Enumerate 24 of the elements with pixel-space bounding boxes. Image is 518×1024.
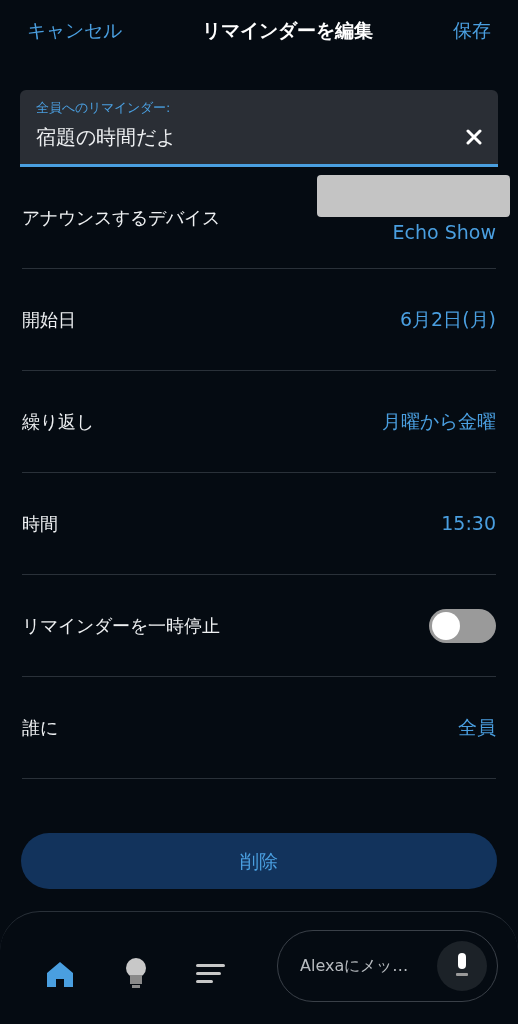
field-label: 全員へのリマインダー:: [36, 99, 172, 117]
field-value: 宿題の時間だよ: [36, 123, 176, 151]
setting-label: 誰に: [22, 716, 58, 740]
setting-value[interactable]: Echo Show: [392, 217, 496, 246]
close-icon[interactable]: [466, 128, 482, 145]
setting-label: 時間: [22, 512, 58, 536]
screen-title: リマインダーを編集: [202, 17, 373, 43]
setting-label: リマインダーを一時停止: [22, 614, 220, 638]
setting-value[interactable]: 15:30: [441, 509, 496, 538]
setting-label: 繰り返し: [22, 410, 94, 434]
setting-value[interactable]: 月曜から金曜: [382, 407, 496, 436]
setting-label: アナウンスするデバイス: [22, 206, 221, 230]
setting-value[interactable]: 全員: [458, 713, 496, 742]
microphone-icon[interactable]: [437, 941, 487, 991]
reminder-input-field[interactable]: 全員へのリマインダー: 宿題の時間だよ: [20, 90, 498, 167]
message-placeholder: Alexaにメッ…: [300, 955, 409, 977]
setting-label: 開始日: [22, 308, 76, 332]
cancel-button[interactable]: キャンセル: [27, 15, 122, 45]
save-button[interactable]: 保存: [453, 15, 491, 45]
lightbulb-icon[interactable]: [124, 957, 148, 991]
setting-value[interactable]: 6月2日(月): [400, 305, 496, 334]
delete-button[interactable]: 削除: [21, 833, 497, 889]
menu-icon[interactable]: [196, 962, 226, 986]
pause-toggle[interactable]: [429, 608, 496, 643]
